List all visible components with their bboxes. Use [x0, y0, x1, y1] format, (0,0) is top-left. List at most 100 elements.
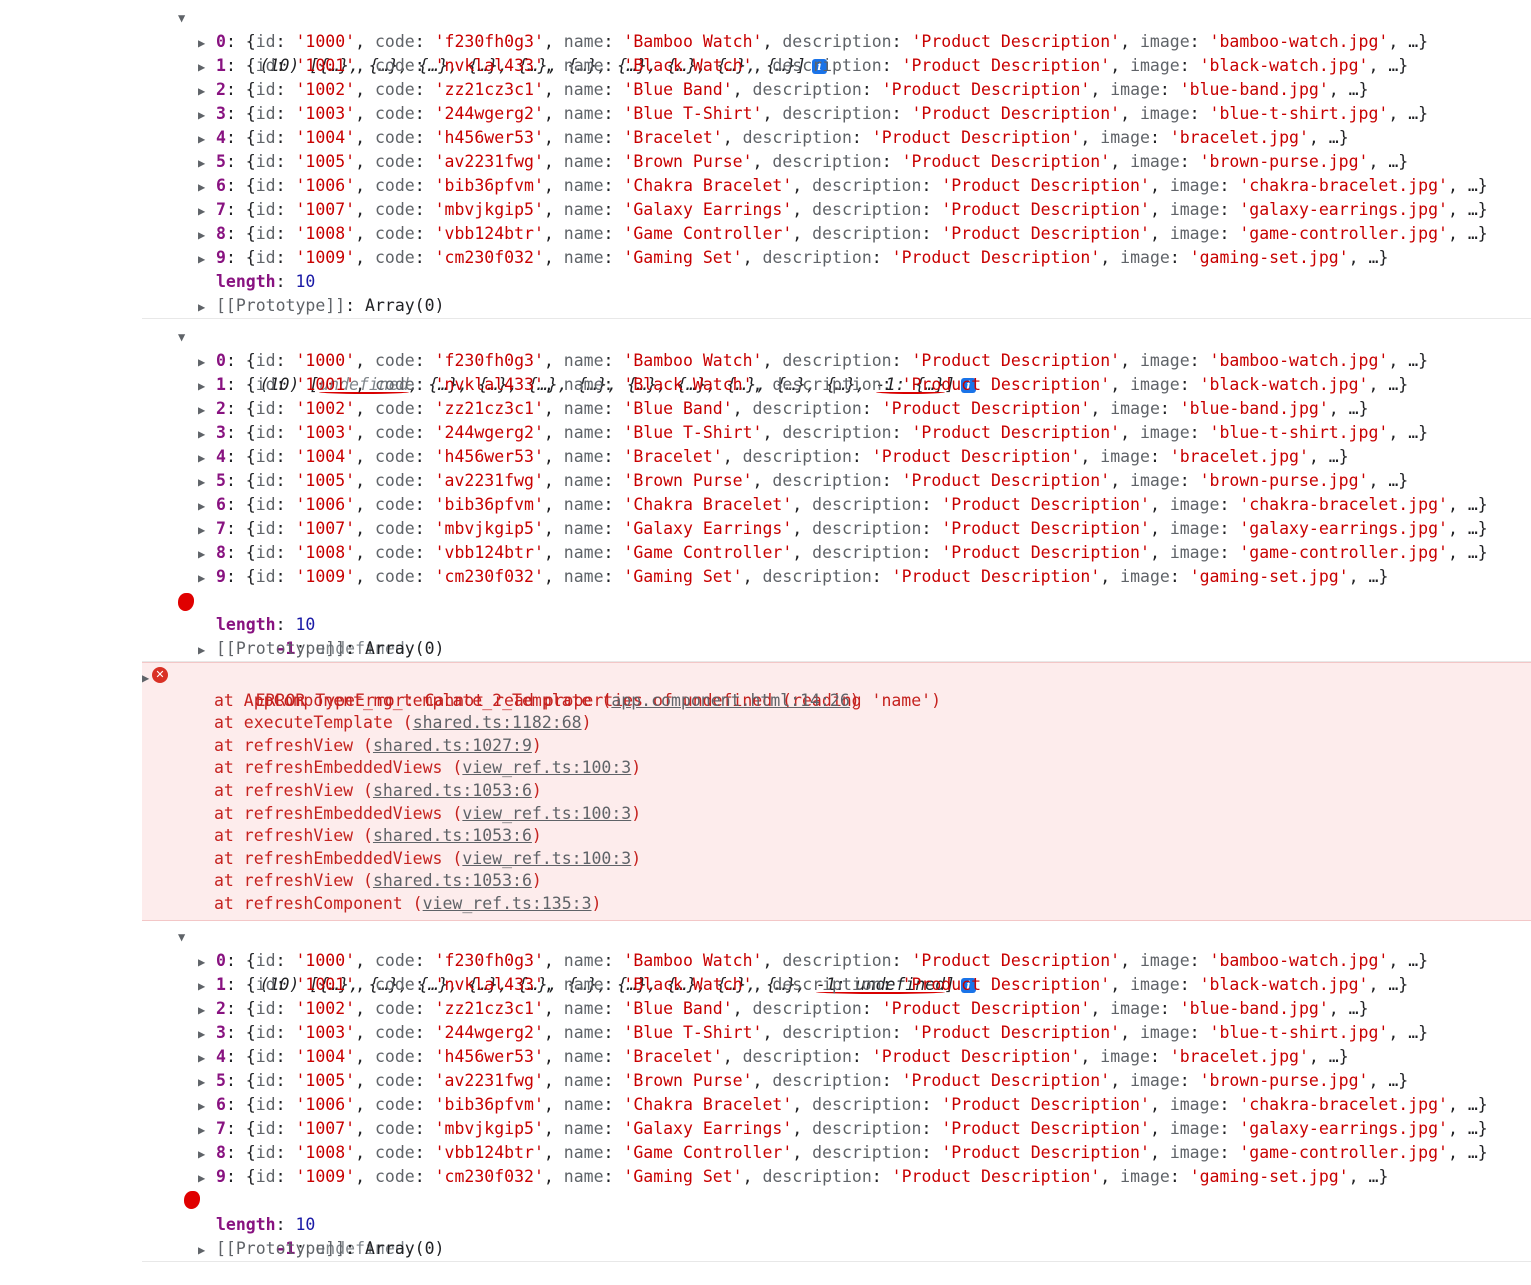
array-item-row[interactable]: ▶ 7: {id: '1007', code: 'mbvjkgip5', name…: [142, 517, 1531, 541]
source-link[interactable]: view_ref.ts:135:3: [423, 894, 592, 913]
expand-arrow-icon[interactable]: ▶: [198, 950, 216, 974]
expand-arrow-icon[interactable]: ▶: [198, 398, 216, 422]
array-item-row[interactable]: ▶ 5: {id: '1005', code: 'av2231fwg', name…: [142, 150, 1531, 174]
array-item-row[interactable]: ▶ 6: {id: '1006', code: 'bib36pfvm', name…: [142, 493, 1531, 517]
red-dot-annotation: [184, 1190, 200, 1209]
length-row: length: 10: [216, 1214, 316, 1234]
expand-arrow-icon[interactable]: ▶: [198, 350, 216, 374]
array-item-row[interactable]: ▶ 2: {id: '1002', code: 'zz21cz3c1', name…: [142, 397, 1531, 421]
source-link[interactable]: shared.ts:1053:6: [373, 826, 532, 845]
expand-arrow-icon[interactable]: ▶: [198, 247, 216, 271]
array-items: ▶ 0: {id: '1000', code: 'f230fh0g3', name…: [142, 949, 1531, 1189]
expand-arrow-icon[interactable]: ▶: [198, 1118, 216, 1142]
source-link[interactable]: app.component.html:14:26: [611, 691, 849, 710]
expand-arrow-icon[interactable]: ▶: [198, 175, 216, 199]
console-log-entry-1: ▼ (10) [{…}, {…}, {…}, {…}, {…}, {…}, {……: [142, 0, 1531, 319]
array-item-row[interactable]: ▶ 7: {id: '1007', code: 'mbvjkgip5', name…: [142, 1117, 1531, 1141]
source-link[interactable]: view_ref.ts:100:3: [462, 849, 631, 868]
expand-arrow-icon[interactable]: ▶: [198, 518, 216, 542]
expand-arrow-icon[interactable]: ▶: [198, 998, 216, 1022]
expand-arrow-icon[interactable]: ▶: [198, 566, 216, 590]
source-link[interactable]: shared.ts:1053:6: [373, 871, 532, 890]
array-item-row[interactable]: ▶ 1: {id: '1001', code: 'nvklal433', name…: [142, 54, 1531, 78]
expand-arrow-icon[interactable]: ▶: [198, 1142, 216, 1166]
array-item-row[interactable]: ▶ 8: {id: '1008', code: 'vbb124btr', name…: [142, 1141, 1531, 1165]
array-item-row[interactable]: ▶ 0: {id: '1000', code: 'f230fh0g3', name…: [142, 349, 1531, 373]
array-item-row[interactable]: ▶ 9: {id: '1009', code: 'cm230f032', name…: [142, 246, 1531, 270]
console-log-entry-2: ▼ (10) [undefined, {…}, {…}, {…}, {…}, {…: [142, 319, 1531, 662]
array-item-row[interactable]: ▶ 6: {id: '1006', code: 'bib36pfvm', name…: [142, 1093, 1531, 1117]
prototype-row[interactable]: ▶ [[Prototype]]: Array(0): [142, 637, 1531, 661]
expand-arrow-icon[interactable]: ▶: [198, 470, 216, 494]
prototype-row[interactable]: ▶ [[Prototype]]: Array(0): [142, 294, 1531, 318]
expand-arrow-icon[interactable]: ▶: [198, 151, 216, 175]
array-item-row[interactable]: ▶ 1: {id: '1001', code: 'nvklal433', name…: [142, 973, 1531, 997]
expand-arrow-icon[interactable]: ▶: [198, 1070, 216, 1094]
array-item-row[interactable]: ▶ 4: {id: '1004', code: 'h456wer53', name…: [142, 126, 1531, 150]
array-items: ▶ 0: {id: '1000', code: 'f230fh0g3', name…: [142, 349, 1531, 589]
expand-arrow-icon[interactable]: ▶: [198, 1022, 216, 1046]
stack-frame: at refreshView (shared.ts:1053:6): [214, 780, 542, 800]
array-summary[interactable]: ▼ (10) [{…}, {…}, {…}, {…}, {…}, {…}, {……: [142, 6, 1531, 75]
array-summary[interactable]: ▼ (10) [{…}, {…}, {…}, {…}, {…}, {…}, {……: [142, 925, 1531, 994]
expand-arrow-icon[interactable]: ▼: [178, 325, 196, 349]
array-item-row[interactable]: ▶ 9: {id: '1009', code: 'cm230f032', name…: [142, 565, 1531, 589]
stack-frame: at refreshComponent (view_ref.ts:135:3): [214, 893, 602, 913]
expand-arrow-icon[interactable]: ▼: [178, 6, 196, 30]
devtools-console: ▼ (10) [{…}, {…}, {…}, {…}, {…}, {…}, {……: [142, 0, 1531, 1262]
source-link[interactable]: view_ref.ts:100:3: [462, 758, 631, 777]
array-item-row[interactable]: ▶ 5: {id: '1005', code: 'av2231fwg', name…: [142, 1069, 1531, 1093]
stack-frame: at executeTemplate (shared.ts:1182:68): [214, 713, 592, 733]
expand-arrow-icon[interactable]: ▶: [198, 199, 216, 223]
array-item-row[interactable]: ▶ 2: {id: '1002', code: 'zz21cz3c1', name…: [142, 78, 1531, 102]
expand-arrow-icon[interactable]: ▶: [142, 667, 149, 690]
array-item-row[interactable]: ▶ 4: {id: '1004', code: 'h456wer53', name…: [142, 1045, 1531, 1069]
console-error-entry: ✕ ▶ ERROR TypeError: Cannot read properti…: [142, 662, 1531, 921]
array-items: ▶ 0: {id: '1000', code: 'f230fh0g3', name…: [142, 30, 1531, 270]
expand-arrow-icon[interactable]: ▶: [198, 295, 216, 319]
prototype-row[interactable]: ▶ [[Prototype]]: Array(0): [142, 1237, 1531, 1261]
expand-arrow-icon[interactable]: ▶: [198, 1238, 216, 1262]
expand-arrow-icon[interactable]: ▶: [198, 79, 216, 103]
stack-frame: at AppComponent_ng_template_2_Template (…: [214, 690, 860, 710]
expand-arrow-icon[interactable]: ▼: [178, 925, 196, 949]
array-item-row[interactable]: ▶ 6: {id: '1006', code: 'bib36pfvm', name…: [142, 174, 1531, 198]
expand-arrow-icon[interactable]: ▶: [198, 638, 216, 662]
expand-arrow-icon[interactable]: ▶: [198, 542, 216, 566]
array-item-row[interactable]: ▶ 4: {id: '1004', code: 'h456wer53', name…: [142, 445, 1531, 469]
array-summary[interactable]: ▼ (10) [undefined, {…}, {…}, {…}, {…}, {…: [142, 325, 1531, 394]
expand-arrow-icon[interactable]: ▶: [198, 374, 216, 398]
expand-arrow-icon[interactable]: ▶: [198, 1166, 216, 1190]
stack-frame: at refreshEmbeddedViews (view_ref.ts:100…: [214, 848, 642, 868]
expand-arrow-icon[interactable]: ▶: [198, 223, 216, 247]
expand-arrow-icon[interactable]: ▶: [198, 127, 216, 151]
array-item-row[interactable]: ▶ 0: {id: '1000', code: 'f230fh0g3', name…: [142, 949, 1531, 973]
array-item-row[interactable]: ▶ 3: {id: '1003', code: '244wgerg2', name…: [142, 1021, 1531, 1045]
array-item-row[interactable]: ▶ 7: {id: '1007', code: 'mbvjkgip5', name…: [142, 198, 1531, 222]
source-link[interactable]: view_ref.ts:100:3: [462, 804, 631, 823]
expand-arrow-icon[interactable]: ▶: [198, 494, 216, 518]
array-item-row[interactable]: ▶ 9: {id: '1009', code: 'cm230f032', name…: [142, 1165, 1531, 1189]
expand-arrow-icon[interactable]: ▶: [198, 1094, 216, 1118]
source-link[interactable]: shared.ts:1053:6: [373, 781, 532, 800]
expand-arrow-icon[interactable]: ▶: [198, 1046, 216, 1070]
expand-arrow-icon[interactable]: ▶: [198, 55, 216, 79]
error-message[interactable]: ▶ ERROR TypeError: Cannot read properties…: [142, 667, 1531, 710]
expand-arrow-icon[interactable]: ▶: [198, 422, 216, 446]
length-row: length: 10: [216, 272, 316, 291]
array-item-row[interactable]: ▶ 3: {id: '1003', code: '244wgerg2', name…: [142, 102, 1531, 126]
expand-arrow-icon[interactable]: ▶: [198, 974, 216, 998]
array-item-row[interactable]: ▶ 8: {id: '1008', code: 'vbb124btr', name…: [142, 222, 1531, 246]
source-link[interactable]: shared.ts:1182:68: [413, 713, 582, 732]
array-item-row[interactable]: ▶ 8: {id: '1008', code: 'vbb124btr', name…: [142, 541, 1531, 565]
array-item-row[interactable]: ▶ 2: {id: '1002', code: 'zz21cz3c1', name…: [142, 997, 1531, 1021]
array-item-row[interactable]: ▶ 1: {id: '1001', code: 'nvklal433', name…: [142, 373, 1531, 397]
console-log-entry-3: ▼ (10) [{…}, {…}, {…}, {…}, {…}, {…}, {……: [142, 921, 1531, 1262]
expand-arrow-icon[interactable]: ▶: [198, 31, 216, 55]
array-item-row[interactable]: ▶ 5: {id: '1005', code: 'av2231fwg', name…: [142, 469, 1531, 493]
array-item-row[interactable]: ▶ 0: {id: '1000', code: 'f230fh0g3', name…: [142, 30, 1531, 54]
array-item-row[interactable]: ▶ 3: {id: '1003', code: '244wgerg2', name…: [142, 421, 1531, 445]
expand-arrow-icon[interactable]: ▶: [198, 103, 216, 127]
expand-arrow-icon[interactable]: ▶: [198, 446, 216, 470]
source-link[interactable]: shared.ts:1027:9: [373, 736, 532, 755]
